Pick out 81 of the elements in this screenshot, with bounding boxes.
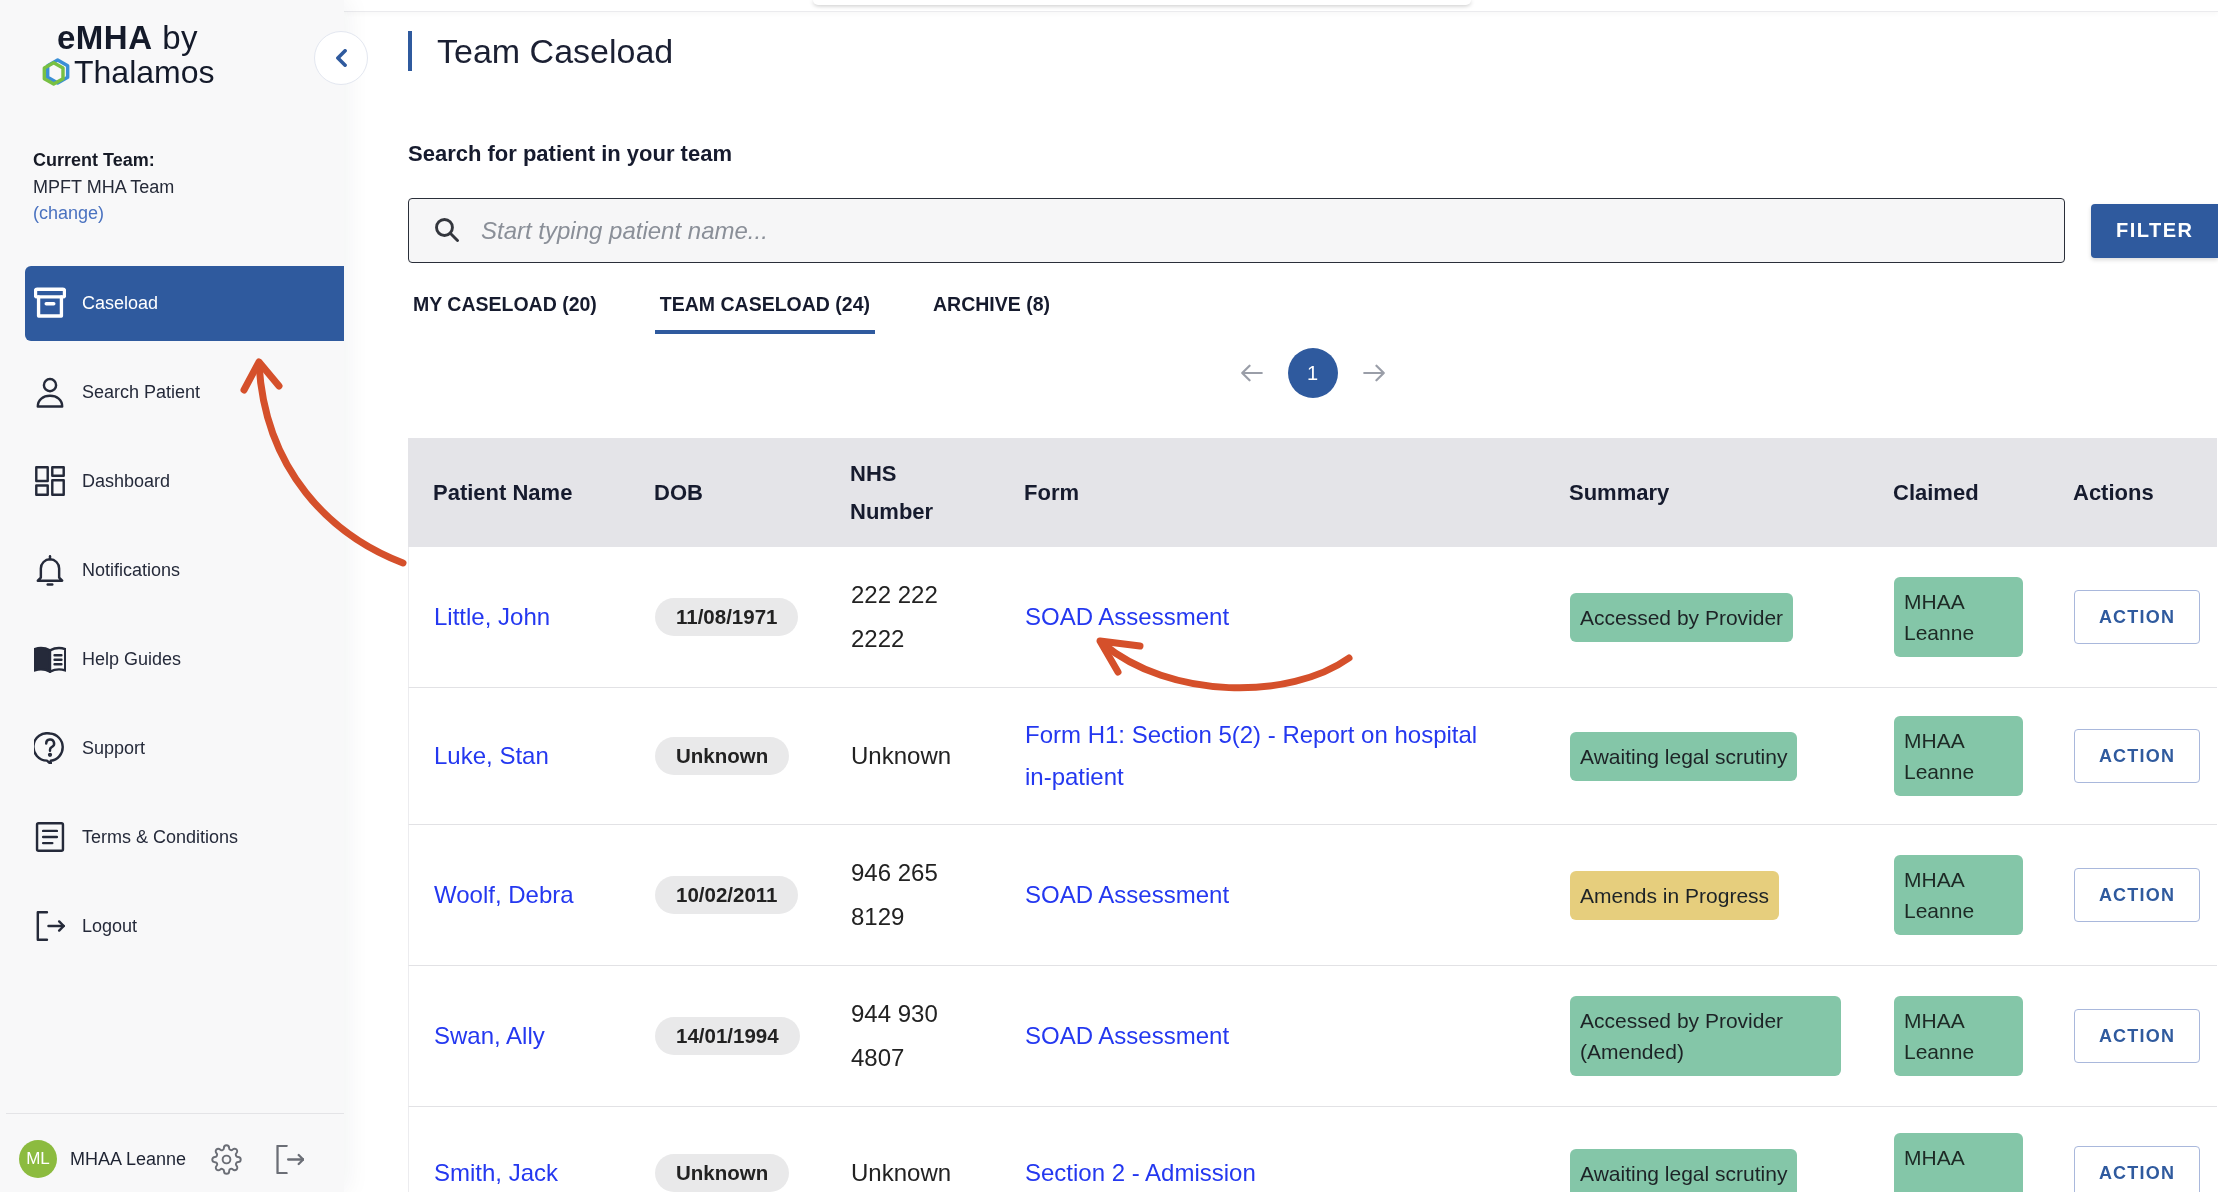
nav-item[interactable]: Logout — [25, 888, 344, 964]
status-badge: Accessed by Provider (Amended) — [1570, 996, 1841, 1076]
claimed-by-tag: MHAA Leanne — [1894, 716, 2023, 796]
action-button[interactable]: ACTION — [2074, 590, 2200, 644]
change-team-link[interactable]: (change) — [33, 200, 105, 227]
arrow-right-icon — [1362, 364, 1385, 382]
previous-page-button[interactable] — [1240, 364, 1263, 382]
tab[interactable]: TEAM CASELOAD (24) — [654, 280, 876, 334]
search-icon — [435, 218, 459, 242]
claimed-by-tag: MHAA — [1894, 1133, 2023, 1192]
action-button[interactable]: ACTION — [2074, 868, 2200, 922]
nav-item[interactable]: Dashboard — [25, 443, 344, 519]
action-button[interactable]: ACTION — [2074, 1009, 2200, 1063]
claimed-by-tag: MHAA Leanne — [1894, 577, 2023, 657]
patient-name-link[interactable]: Luke, Stan — [434, 734, 549, 778]
column-header: Actions — [2073, 478, 2154, 507]
arrow-left-icon — [1240, 364, 1263, 382]
next-page-button[interactable] — [1362, 364, 1385, 382]
page-button[interactable]: 1 — [1287, 348, 1338, 398]
avatar: ML — [19, 1140, 57, 1178]
form-link[interactable]: Form H1: Section 5(2) - Report on hospital in-patient — [1025, 714, 1505, 798]
nav-item[interactable]: Terms & Conditions — [25, 799, 344, 875]
nav-item[interactable]: Support — [25, 710, 344, 786]
nhs-number: Unknown — [851, 741, 953, 771]
dob-tag: 14/01/1994 — [655, 1017, 800, 1055]
form-link[interactable]: SOAD Assessment — [1025, 596, 1230, 638]
tab[interactable]: ARCHIVE (8) — [928, 280, 1056, 334]
column-header: Summary — [1569, 478, 1670, 507]
column-header: Claimed — [1893, 478, 1979, 507]
bell-icon — [34, 554, 66, 586]
dob-tag: 11/08/1971 — [655, 598, 799, 636]
nhs-number: 222 222 2222 — [851, 580, 939, 654]
nav-item[interactable]: Help Guides — [25, 621, 344, 697]
dob-tag: Unknown — [655, 737, 790, 775]
filter-button[interactable]: FILTER — [2091, 203, 2218, 258]
nhs-number: 944 930 4807 — [851, 999, 939, 1073]
status-badge: Amends in Progress — [1570, 870, 1780, 920]
column-header: NHS Number — [850, 459, 935, 526]
logout-icon[interactable] — [276, 1144, 305, 1174]
column-header: Form — [1024, 478, 1079, 507]
column-header: Patient Name — [433, 478, 573, 507]
patient-name-link[interactable]: Little, John — [434, 595, 551, 639]
action-button[interactable]: ACTION — [2074, 1146, 2200, 1192]
search-field[interactable]: Start typing patient name... — [408, 198, 2065, 263]
patient-name-link[interactable]: Swan, Ally — [434, 1014, 545, 1058]
form-link[interactable]: SOAD Assessment — [1025, 1015, 1230, 1057]
team-label: Current Team: — [33, 149, 155, 172]
settings-icon[interactable] — [211, 1143, 243, 1175]
action-button[interactable]: ACTION — [2074, 729, 2200, 783]
page-title: Team Caseload — [408, 31, 674, 71]
chevron-left-icon — [335, 49, 347, 67]
team-name: MPFT MHA Team — [33, 175, 175, 199]
patient-name-link[interactable]: Smith, Jack — [434, 1151, 559, 1192]
dashboard-icon — [34, 465, 66, 497]
logout-icon — [34, 910, 66, 942]
claimed-by-tag: MHAA Leanne — [1894, 855, 2023, 935]
user-name: MHAA Leanne — [70, 1148, 187, 1170]
claimed-by-tag: MHAA Leanne — [1894, 996, 2023, 1076]
form-link[interactable]: SOAD Assessment — [1025, 874, 1230, 916]
document-icon — [34, 821, 66, 853]
question-bubble-icon — [34, 732, 66, 764]
nhs-number: 946 265 8129 — [851, 858, 939, 932]
person-icon — [34, 376, 66, 408]
status-badge: Awaiting legal scrutiny — [1570, 1148, 1798, 1192]
tab[interactable]: MY CASELOAD (20) — [408, 280, 602, 334]
search-label: Search for patient in your team — [408, 140, 732, 168]
dob-tag: 10/02/2011 — [655, 876, 799, 914]
status-badge: Awaiting legal scrutiny — [1570, 731, 1798, 781]
form-link[interactable]: Section 2 - Admission — [1025, 1152, 1256, 1192]
archive-box-icon — [34, 287, 66, 319]
logo-icon — [42, 58, 70, 86]
nav-item[interactable]: Search Patient — [25, 354, 344, 430]
dob-tag: Unknown — [655, 1154, 790, 1192]
nav-item[interactable]: Notifications — [25, 532, 344, 608]
patient-name-link[interactable]: Woolf, Debra — [434, 873, 574, 917]
status-badge: Accessed by Provider — [1570, 592, 1794, 642]
logo-title: eMHA by — [57, 21, 199, 55]
column-header: DOB — [654, 478, 703, 507]
logo-brand: Thalamos — [74, 55, 215, 89]
nav-item[interactable]: Caseload — [25, 265, 344, 341]
nhs-number: Unknown — [851, 1158, 953, 1188]
